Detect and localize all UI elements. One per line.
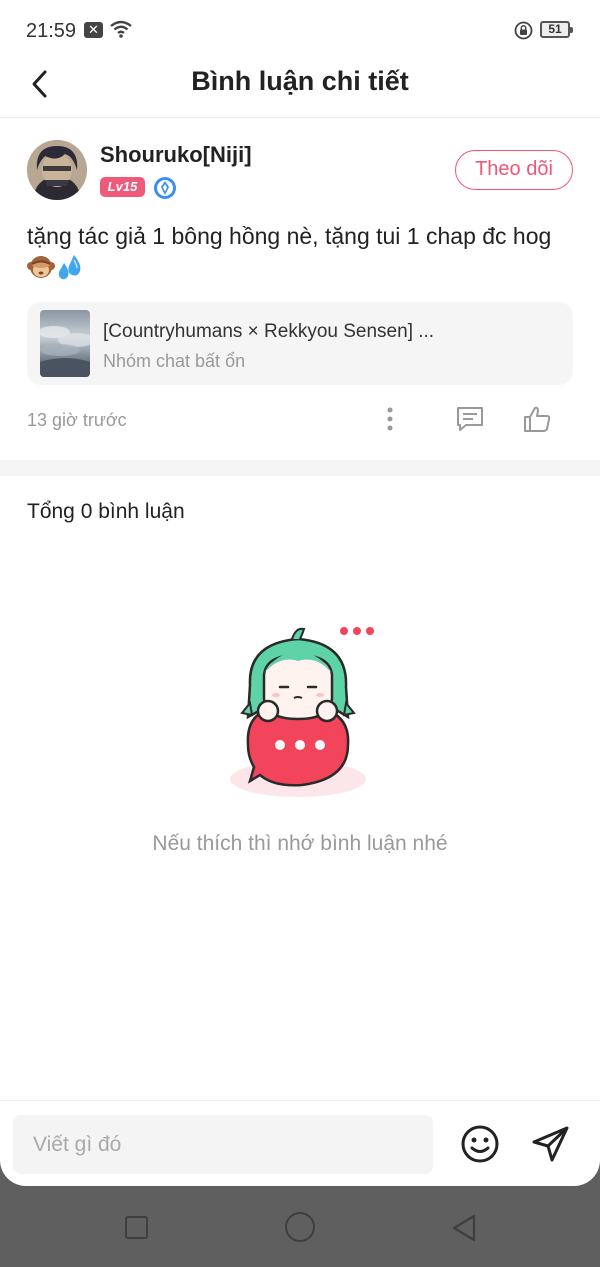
home-button[interactable]	[285, 1212, 315, 1242]
sweat-droplets-emoji	[58, 255, 81, 280]
avatar[interactable]	[27, 140, 87, 200]
monkey-emoji	[27, 256, 55, 278]
avatar-image	[27, 140, 87, 200]
level-badge: Lv15	[100, 177, 145, 197]
comment-icon[interactable]	[455, 404, 485, 434]
post-text: tặng tác giả 1 bông hồng nè, tặng tui 1 …	[27, 223, 552, 249]
section-divider	[0, 460, 600, 476]
story-subtitle: Nhóm chat bất ổn	[103, 351, 246, 371]
more-vertical-icon[interactable]	[376, 404, 404, 434]
recent-apps-button[interactable]	[125, 1216, 148, 1239]
story-thumbnail	[40, 310, 90, 377]
comment-input[interactable]	[13, 1115, 433, 1174]
username[interactable]: Shouruko[Niji]	[100, 142, 252, 168]
linked-story-card[interactable]: [Countryhumans × Rekkyou Sensen] ... Nhó…	[27, 302, 573, 385]
empty-comments-illustration	[230, 627, 374, 797]
thumbs-up-icon[interactable]	[522, 404, 552, 434]
medal-icon	[154, 177, 176, 199]
battery-indicator: 51	[540, 21, 573, 38]
x-icon: ✕	[84, 22, 103, 38]
send-icon[interactable]	[530, 1123, 572, 1165]
comment-detail-screen: 21:59 ✕ 51 Bình luận chi tiết Shouruko[N…	[0, 0, 600, 1186]
smiley-icon[interactable]	[459, 1123, 501, 1165]
story-title: [Countryhumans × Rekkyou Sensen] ...	[103, 321, 435, 342]
rotation-lock-icon	[514, 21, 533, 40]
system-nav-bar	[0, 1186, 600, 1267]
total-comments-label: Tổng 0 bình luận	[27, 500, 185, 523]
page-title: Bình luận chi tiết	[191, 66, 409, 96]
status-time: 21:59	[26, 20, 77, 42]
back-triangle-icon[interactable]	[450, 1213, 478, 1243]
empty-comments-text: Nếu thích thì nhớ bình luận nhé	[152, 832, 448, 855]
app-header: Bình luận chi tiết	[0, 60, 600, 118]
wifi-icon	[110, 20, 132, 38]
comment-input-bar	[0, 1100, 600, 1186]
status-bar: 21:59 ✕ 51	[0, 0, 600, 60]
follow-button[interactable]: Theo dõi	[455, 150, 573, 190]
post-time: 13 giờ trước	[27, 410, 127, 430]
